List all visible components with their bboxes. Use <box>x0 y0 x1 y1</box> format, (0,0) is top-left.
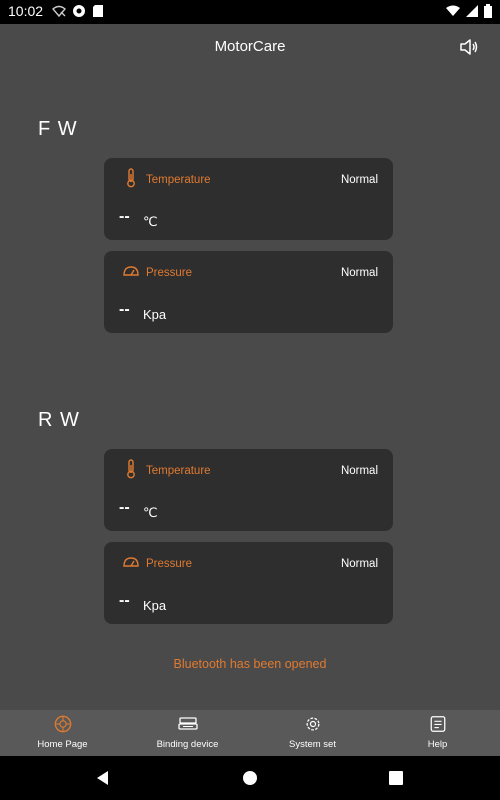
rear-wheel-label: R W <box>38 409 80 431</box>
app-header: MotorCare <box>0 24 500 68</box>
recents-icon[interactable] <box>386 768 406 788</box>
wifi-off-icon <box>52 5 66 18</box>
rear-temperature-card[interactable]: Temperature Normal -- ℃ <box>104 449 393 531</box>
app-title: MotorCare <box>214 38 286 55</box>
status-bar: 10:02 <box>0 0 500 24</box>
nav-label-binding-device: Binding device <box>156 739 219 750</box>
pressure-gauge-icon <box>123 557 139 567</box>
pressure-value: -- <box>119 301 130 318</box>
pressure-label: Pressure <box>146 558 193 570</box>
app-notification-icon <box>73 5 85 17</box>
nav-item-help[interactable]: Help <box>375 710 500 756</box>
temperature-value: -- <box>119 499 130 516</box>
temperature-status: Normal <box>340 174 378 186</box>
sd-card-icon <box>93 5 103 17</box>
help-book-icon <box>430 716 445 732</box>
thermometer-icon <box>127 459 135 479</box>
bluetooth-status-message: Bluetooth has been opened <box>173 657 327 671</box>
pressure-status: Normal <box>340 558 378 570</box>
front-temperature-card[interactable]: Temperature Normal -- ℃ <box>104 158 393 240</box>
nav-label-help: Help <box>427 739 448 750</box>
status-time: 10:02 <box>8 3 44 19</box>
pressure-unit: Kpa <box>143 598 167 613</box>
pressure-status: Normal <box>340 267 378 279</box>
pressure-unit: Kpa <box>143 307 167 322</box>
front-wheel-label: F W <box>38 118 78 140</box>
home-icon[interactable] <box>240 768 260 788</box>
bottom-nav: Home Page Binding device System set Help <box>0 710 500 756</box>
temperature-unit: ℃ <box>143 505 158 520</box>
rear-pressure-card[interactable]: Pressure Normal -- Kpa <box>104 542 393 624</box>
binding-device-icon <box>177 717 198 730</box>
tire-icon <box>54 715 71 733</box>
system-navigation-bar <box>0 756 500 800</box>
battery-icon <box>484 4 492 18</box>
temperature-unit: ℃ <box>143 214 158 229</box>
speaker-icon[interactable] <box>458 36 480 58</box>
nav-item-system-set[interactable]: System set <box>250 710 375 756</box>
temperature-value: -- <box>119 208 130 225</box>
nav-label-system-set: System set <box>289 739 336 750</box>
front-pressure-card[interactable]: Pressure Normal -- Kpa <box>104 251 393 333</box>
nav-item-home-page[interactable]: Home Page <box>0 710 125 756</box>
pressure-label: Pressure <box>146 267 193 279</box>
pressure-gauge-icon <box>123 266 139 276</box>
nav-item-binding-device[interactable]: Binding device <box>125 710 250 756</box>
back-icon[interactable] <box>93 768 113 788</box>
thermometer-icon <box>127 168 135 188</box>
gear-icon <box>306 717 319 731</box>
nav-label-home-page: Home Page <box>37 739 88 750</box>
pressure-value: -- <box>119 592 130 609</box>
temperature-status: Normal <box>340 465 378 477</box>
temperature-label: Temperature <box>146 465 211 477</box>
temperature-label: Temperature <box>146 174 211 186</box>
wifi-icon <box>446 5 460 16</box>
signal-icon <box>466 5 478 17</box>
